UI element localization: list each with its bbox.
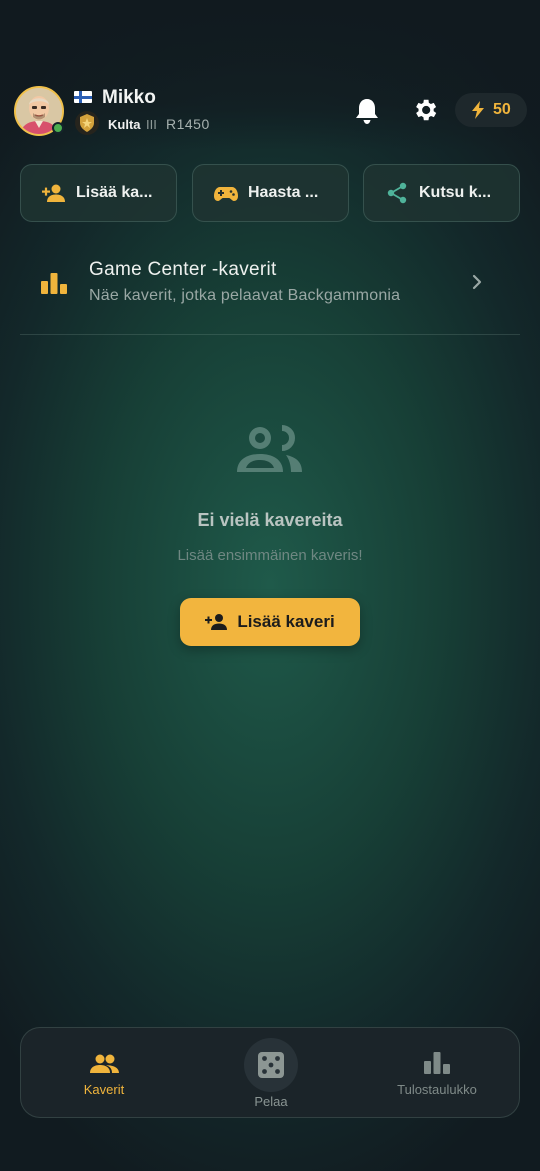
nav-item-leaderboard[interactable]: Tulostaulukko [354,1028,520,1119]
nav-item-play[interactable]: Pelaa [188,1028,354,1119]
friends-icon [90,1054,119,1073]
nav-label-leaderboard: Tulostaulukko [397,1082,477,1097]
online-status-indicator [52,122,64,134]
empty-state-title: Ei vielä kavereita [197,510,343,530]
add-friend-primary-label: Lisää kaveri [237,612,335,631]
invite-label: Kutsu k... [419,184,492,201]
bar-chart-icon [41,273,67,294]
nav-label-friends: Kaverit [83,1082,125,1097]
dice-icon [258,1052,284,1078]
game-center-subtitle: Näe kaverit, jotka pelaavat Backgammonia [89,287,401,304]
bottom-navigation: Kaverit Pelaa Tulostaulukko [20,1027,520,1118]
nav-item-friends[interactable]: Kaverit [21,1028,187,1119]
friends-group-icon [237,425,302,472]
energy-value: 50 [493,101,511,118]
challenge-label: Haasta ... [248,184,319,201]
share-icon [387,182,407,204]
energy-counter[interactable]: 50 [455,93,527,127]
finland-flag-icon [74,91,92,103]
notifications-bell-icon[interactable] [354,97,380,125]
section-divider [20,334,520,335]
rating: R1450 [166,116,210,132]
chevron-right-icon [472,274,482,290]
play-button-circle [244,1038,298,1092]
add-user-icon [205,614,228,630]
add-user-icon [42,184,65,202]
game-center-title: Game Center -kaverit [89,259,277,280]
nav-label-play: Pelaa [254,1094,288,1109]
rank-badge-icon [75,111,99,135]
rank-name: Kulta [108,117,141,132]
add-friend-primary-button[interactable]: Lisää kaveri [180,598,360,646]
challenge-button[interactable]: Haasta ... [192,164,349,222]
game-center-friends-row[interactable]: Game Center -kaverit Näe kaverit, jotka … [20,248,520,316]
username: Mikko [102,87,156,108]
lightning-bolt-icon [472,101,484,119]
gamepad-icon [214,187,238,201]
add-friend-label: Lisää ka... [76,184,153,201]
rank-tier: III [146,117,157,132]
settings-gear-icon[interactable] [411,96,439,124]
add-friend-button[interactable]: Lisää ka... [20,164,177,222]
leaderboard-icon [424,1052,450,1074]
invite-button[interactable]: Kutsu k... [363,164,520,222]
empty-state-subtitle: Lisää ensimmäinen kaveris! [177,547,363,564]
